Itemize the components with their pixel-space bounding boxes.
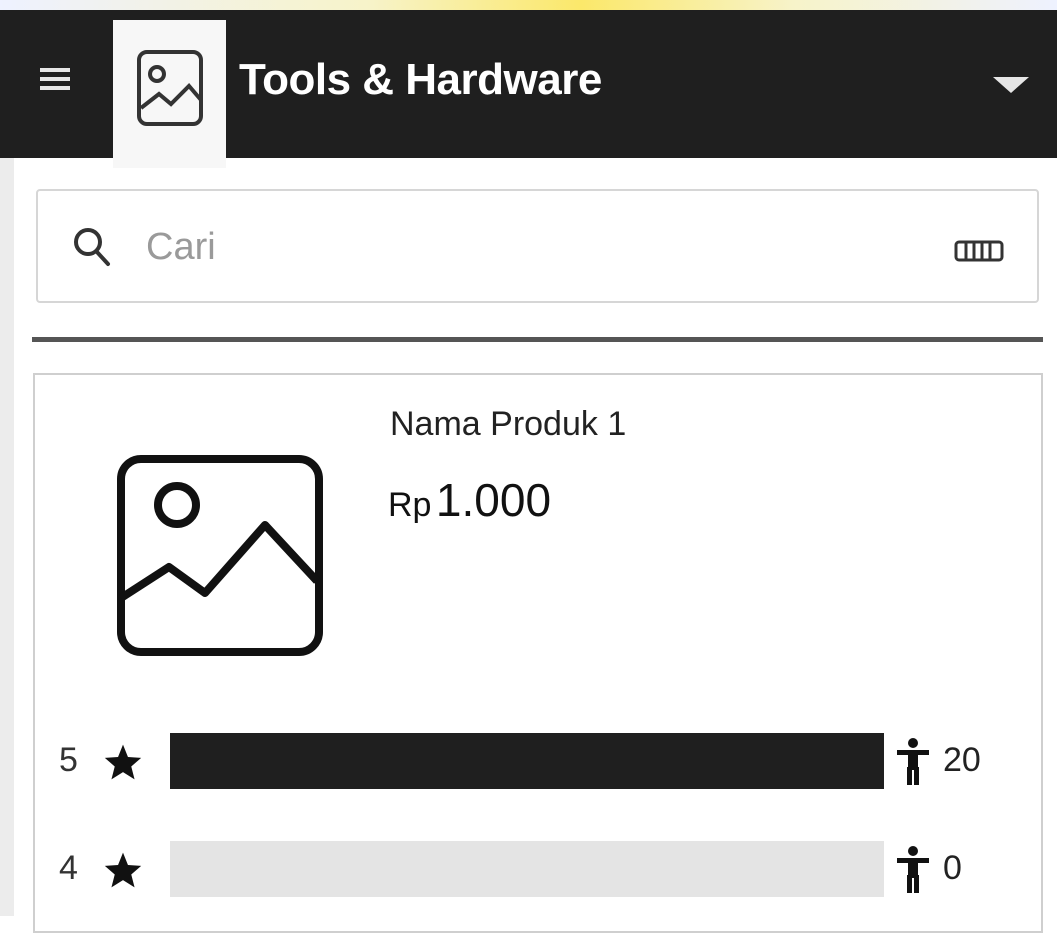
product-card[interactable]: Nama Produk 1 Rp 1.000 5 20 4 0 — [33, 373, 1043, 933]
app-bar: Tools & Hardware — [0, 10, 1057, 168]
search-bar[interactable] — [36, 189, 1039, 303]
magnifier-icon[interactable] — [72, 225, 112, 269]
rating-stars-label: 5 — [59, 741, 78, 779]
image-placeholder-icon — [137, 50, 203, 126]
search-input[interactable] — [146, 219, 846, 275]
app-title: Tools & Hardware — [239, 55, 602, 104]
top-edge-strip — [0, 0, 1057, 10]
app-logo — [113, 20, 226, 168]
section-divider — [32, 337, 1043, 342]
rating-count: 0 — [943, 849, 962, 887]
rating-stars-label: 4 — [59, 849, 78, 887]
rating-row-4: 4 0 — [35, 841, 1041, 901]
rating-bar — [170, 841, 884, 897]
hamburger-menu-icon[interactable] — [40, 68, 70, 90]
rating-count: 20 — [943, 741, 981, 779]
rating-bar — [170, 733, 884, 789]
product-name: Nama Produk 1 — [390, 405, 627, 443]
keyboard-icon[interactable] — [954, 239, 1004, 263]
triangle-down-icon[interactable] — [990, 74, 1032, 96]
product-price: Rp 1.000 — [388, 473, 551, 527]
star-icon — [104, 744, 142, 780]
page-edge — [0, 158, 14, 916]
rating-row-5: 5 20 — [35, 733, 1041, 793]
price-value: 1.000 — [435, 474, 552, 526]
star-icon — [104, 852, 142, 888]
image-placeholder-icon — [117, 455, 323, 656]
rating-bar-fill — [170, 733, 884, 789]
person-icon — [897, 846, 929, 893]
price-currency: Rp — [388, 486, 432, 524]
person-icon — [897, 738, 929, 785]
